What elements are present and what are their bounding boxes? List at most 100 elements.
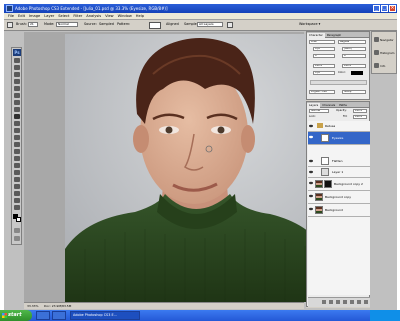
antialias-select[interactable]: Sharp <box>342 90 366 94</box>
layer-row[interactable]: Background copy <box>308 191 370 204</box>
zoom-level[interactable]: 33.33% <box>27 303 38 309</box>
menu-help[interactable]: Help <box>136 13 144 19</box>
healing-brush-tool-icon[interactable] <box>14 100 20 105</box>
pen-tool-icon[interactable] <box>14 156 20 161</box>
layer-style-icon[interactable] <box>329 300 333 304</box>
leading-field[interactable]: (Auto) <box>342 47 366 51</box>
blend-mode-select[interactable]: Normal <box>309 109 329 113</box>
pattern-radio[interactable]: Pattern: <box>117 22 130 26</box>
fill-field[interactable]: 100% <box>353 115 367 119</box>
menu-select[interactable]: Select <box>58 13 69 19</box>
tracking-field[interactable]: 0 <box>342 54 366 58</box>
info-panel-button[interactable]: Info <box>373 60 397 72</box>
visibility-eye-icon[interactable] <box>309 207 313 211</box>
tab-layers[interactable]: Layers <box>307 103 321 108</box>
histogram-panel-button[interactable]: Histogram <box>373 47 397 59</box>
menu-file[interactable]: File <box>8 13 14 19</box>
document-canvas-area[interactable] <box>24 32 323 302</box>
layer-row[interactable]: Flatten <box>308 156 370 167</box>
tab-character[interactable]: Character <box>307 33 325 38</box>
visibility-eye-icon[interactable] <box>309 124 313 128</box>
dodge-tool-icon[interactable] <box>14 149 20 154</box>
menu-edit[interactable]: Edit <box>18 13 25 19</box>
new-layer-icon[interactable] <box>357 300 361 304</box>
hand-tool-icon[interactable] <box>14 198 20 203</box>
screen-mode-icon[interactable] <box>14 236 20 241</box>
notes-tool-icon[interactable] <box>14 184 20 189</box>
history-brush-tool-icon[interactable] <box>14 121 20 126</box>
path-selection-tool-icon[interactable] <box>14 170 20 175</box>
menu-image[interactable]: Image <box>29 13 40 19</box>
text-color-swatch[interactable] <box>351 71 363 75</box>
menu-window[interactable]: Window <box>118 13 132 19</box>
link-layers-icon[interactable] <box>322 300 326 304</box>
background-color-swatch[interactable] <box>16 217 21 222</box>
photo-canvas[interactable] <box>65 34 323 302</box>
kerning-field[interactable]: 0 <box>313 54 335 58</box>
visibility-eye-icon[interactable] <box>309 181 313 185</box>
menu-view[interactable]: View <box>105 13 114 19</box>
tab-channels[interactable]: Channels <box>320 103 337 108</box>
brush-size-field[interactable]: 21 <box>28 22 38 27</box>
sample-select[interactable]: All Layers <box>197 22 223 27</box>
slice-tool-icon[interactable] <box>14 93 20 98</box>
language-select[interactable]: English: USA <box>309 90 335 94</box>
clone-stamp-tool-icon[interactable] <box>14 114 20 119</box>
mode-select[interactable]: Normal <box>56 22 78 27</box>
minimize-button[interactable]: _ <box>373 5 380 12</box>
quicklaunch-item[interactable] <box>36 311 50 320</box>
aligned-checkbox[interactable]: Aligned <box>166 22 179 26</box>
menu-layer[interactable]: Layer <box>44 13 54 19</box>
visibility-eye-icon[interactable] <box>309 194 313 198</box>
crop-tool-icon[interactable] <box>14 86 20 91</box>
marquee-tool-icon[interactable] <box>14 65 20 70</box>
visibility-eye-icon[interactable] <box>309 135 313 139</box>
zoom-tool-icon[interactable] <box>14 205 20 210</box>
move-tool-icon[interactable] <box>14 58 20 63</box>
new-group-icon[interactable] <box>350 300 354 304</box>
blur-tool-icon[interactable] <box>14 142 20 147</box>
trash-icon[interactable] <box>364 300 368 304</box>
navigator-panel-button[interactable]: Navigator <box>373 34 397 46</box>
title-bar[interactable]: Adobe Photoshop CS3 Extended - [Julia_01… <box>4 4 397 13</box>
vertical-scale-field[interactable]: 100% <box>313 64 335 68</box>
start-button[interactable]: start <box>0 310 32 321</box>
tab-paths[interactable]: Paths <box>337 103 349 108</box>
workspace-button[interactable]: Workspace ▾ <box>299 22 320 26</box>
font-size-field[interactable]: 8 pt <box>313 47 335 51</box>
add-mask-icon[interactable] <box>336 300 340 304</box>
quicklaunch-item[interactable] <box>52 311 66 320</box>
lasso-tool-icon[interactable] <box>14 72 20 77</box>
layer-row[interactable]: Background <box>308 204 370 217</box>
layer-row[interactable]: Layer 1 <box>308 167 370 178</box>
text-style-buttons[interactable] <box>310 80 367 85</box>
pattern-swatch[interactable] <box>149 22 161 29</box>
adjustment-layer-icon[interactable] <box>343 300 347 304</box>
ignore-adjustment-icon[interactable] <box>227 22 233 28</box>
menu-filter[interactable]: Filter <box>73 13 82 19</box>
layer-row-group[interactable]: Retusa <box>308 121 370 132</box>
eraser-tool-icon[interactable] <box>14 128 20 133</box>
baseline-shift-field[interactable]: 0 pt <box>313 71 335 75</box>
horizontal-scale-field[interactable]: 100% <box>342 64 366 68</box>
visibility-eye-icon[interactable] <box>309 170 313 174</box>
layer-row-selected[interactable]: Eyesize <box>308 132 370 145</box>
shape-tool-icon[interactable] <box>14 177 20 182</box>
gradient-tool-icon[interactable] <box>14 135 20 140</box>
eyedropper-tool-icon[interactable] <box>14 191 20 196</box>
tab-paragraph[interactable]: Paragraph <box>325 33 343 38</box>
layer-row[interactable]: Background copy 2 <box>308 178 370 191</box>
font-family-select[interactable]: Arial <box>309 40 335 44</box>
visibility-eye-icon[interactable] <box>309 159 313 163</box>
brush-tool-icon[interactable] <box>14 107 20 112</box>
quick-mask-icon[interactable] <box>14 228 20 233</box>
font-style-select[interactable]: Regular <box>338 40 366 44</box>
type-tool-icon[interactable] <box>14 163 20 168</box>
sampled-radio[interactable]: Sampled <box>99 22 114 26</box>
maximize-button[interactable]: □ <box>381 5 388 12</box>
menu-analysis[interactable]: Analysis <box>86 13 101 19</box>
close-button[interactable]: × <box>389 5 396 12</box>
clone-stamp-tool-icon[interactable] <box>7 22 13 28</box>
magic-wand-tool-icon[interactable] <box>14 79 20 84</box>
opacity-field[interactable]: 100% <box>353 109 367 113</box>
